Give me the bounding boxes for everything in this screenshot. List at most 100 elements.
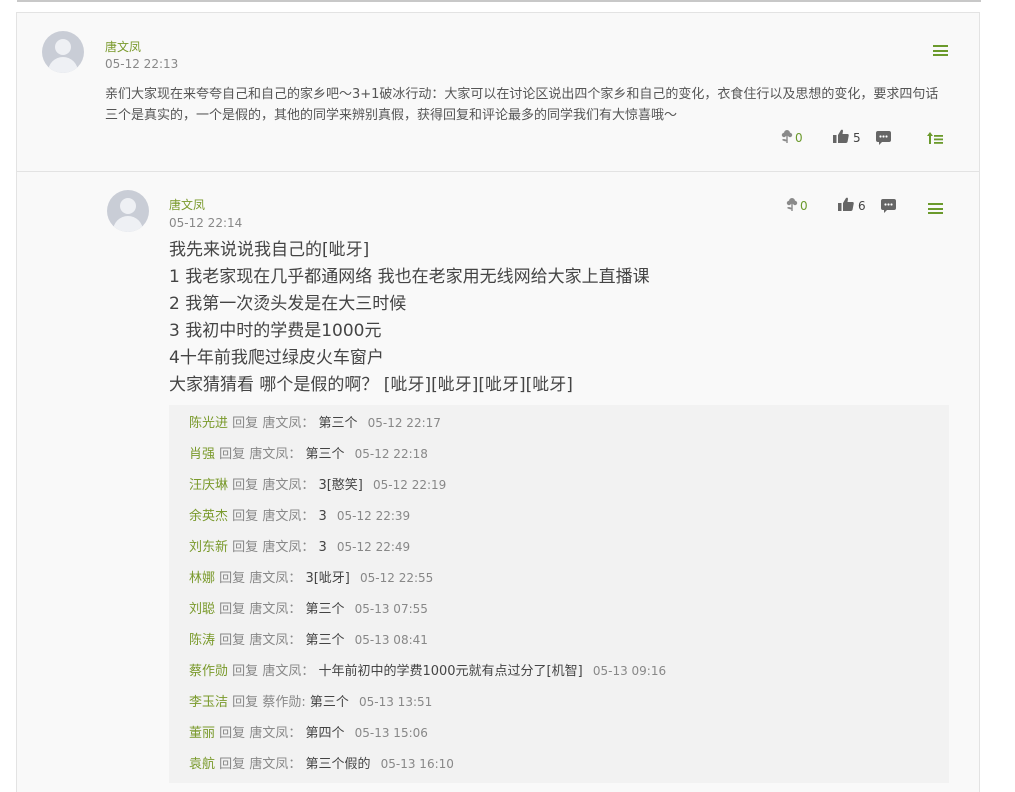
reply-like-count: 6 [858, 199, 866, 213]
list-item: 汪庆琳 回复 唐文凤： 3[憨笑] 05-12 22:19 [189, 474, 446, 493]
comment-icon[interactable] [881, 199, 896, 213]
flower-count: 0 [795, 131, 803, 145]
sub-reply-text: 第四个 [305, 726, 345, 741]
sub-reply-name[interactable]: 袁航 [189, 757, 215, 772]
sub-reply-word: 回复 [219, 726, 246, 741]
list-item: 陈光进 回复 唐文凤： 第三个 05-12 22:17 [189, 412, 441, 431]
sub-reply-time: 05-13 07:55 [354, 602, 428, 616]
top-rule [17, 0, 981, 2]
list-item: 余英杰 回复 唐文凤： 3 05-12 22:39 [189, 505, 410, 524]
reply-line: 2 我第一次烫头发是在大三时候 [169, 294, 407, 314]
sub-reply-time: 05-13 15:06 [354, 726, 428, 740]
pin-top-icon[interactable] [927, 132, 943, 144]
sub-reply-time: 05-13 09:16 [592, 664, 667, 678]
reply-author[interactable]: 唐文凤 [169, 196, 205, 213]
list-item: 袁航 回复 唐文凤： 第三个假的 05-13 16:10 [189, 753, 454, 772]
sub-reply-word: 回复 [232, 509, 259, 524]
like-count: 5 [853, 131, 861, 145]
post-time: 05-12 22:13 [105, 57, 179, 71]
sub-reply-target[interactable]: 唐文凤： [249, 633, 301, 648]
avatar[interactable] [42, 31, 84, 73]
sub-reply-name[interactable]: 蔡作勋 [189, 664, 228, 679]
sub-reply-name[interactable]: 刘聪 [189, 602, 215, 617]
sub-reply-time: 05-12 22:17 [367, 416, 441, 430]
sub-reply-word: 回复 [232, 540, 259, 555]
list-item: 陈涛 回复 唐文凤： 第三个 05-13 08:41 [189, 629, 428, 648]
sub-reply-text: 第三个 [305, 447, 345, 462]
sub-reply-name[interactable]: 董丽 [189, 726, 215, 741]
sub-reply-name[interactable]: 陈涛 [189, 633, 215, 648]
sub-reply-target[interactable]: 唐文凤： [249, 726, 301, 741]
sub-reply-text: 第三个 [305, 633, 345, 648]
list-item: 刘东新 回复 唐文凤： 3 05-12 22:49 [189, 536, 410, 555]
sub-reply-target[interactable]: 唐文凤： [262, 664, 314, 679]
reply-time: 05-12 22:14 [169, 216, 243, 230]
sub-reply-target[interactable]: 蔡作勋: [262, 695, 305, 710]
sub-reply-list: 陈光进 回复 唐文凤： 第三个 05-12 22:17 肖强 回复 唐文凤： 第… [169, 405, 949, 783]
comment-icon[interactable] [876, 131, 891, 145]
sub-reply-text: 第三个 [309, 695, 349, 710]
sub-reply-name[interactable]: 林娜 [189, 571, 215, 586]
sub-reply-target[interactable]: 唐文凤： [249, 602, 301, 617]
reply-line: 3 我初中时的学费是1000元 [169, 321, 382, 341]
sub-reply-time: 05-13 13:51 [359, 695, 433, 709]
sub-reply-text: 3 [318, 540, 327, 555]
list-item: 李玉洁 回复 蔡作勋: 第三个 05-13 13:51 [189, 691, 432, 710]
sub-reply-word: 回复 [232, 478, 259, 493]
sub-reply-time: 05-13 08:41 [354, 633, 428, 647]
sub-reply-name[interactable]: 陈光进 [189, 416, 228, 431]
reply-line: 4十年前我爬过绿皮火车窗户 [169, 348, 384, 368]
sub-reply-word: 回复 [219, 447, 246, 462]
list-item: 董丽 回复 唐文凤： 第四个 05-13 15:06 [189, 722, 428, 741]
sub-reply-time: 05-12 22:49 [336, 540, 411, 554]
reply-body: 我先来说说我自己的[呲牙] 1 我老家现在几乎都通网络 我也在老家用无线网给大家… [169, 237, 650, 399]
sub-reply-time: 05-13 16:10 [380, 757, 454, 771]
sub-reply-word: 回复 [232, 416, 259, 431]
sub-reply-name[interactable]: 肖强 [189, 447, 215, 462]
sub-reply-text: 3 [318, 509, 327, 524]
sub-reply-text: 第三个 [305, 602, 345, 617]
sub-reply-target[interactable]: 唐文凤： [249, 571, 301, 586]
sub-reply-target[interactable]: 唐文凤： [249, 757, 301, 772]
reply-line: 1 我老家现在几乎都通网络 我也在老家用无线网给大家上直播课 [169, 267, 650, 287]
list-item: 蔡作勋 回复 唐文凤： 十年前初中的学费1000元就有点过分了[机智] 05-1… [189, 660, 666, 679]
post-author[interactable]: 唐文凤 [105, 38, 141, 55]
sub-reply-word: 回复 [219, 571, 246, 586]
reply-line: 大家猜猜看 哪个是假的啊？ [呲牙][呲牙][呲牙][呲牙] [169, 375, 573, 395]
sub-reply-text: 3[呲牙] [305, 571, 350, 586]
list-item: 肖强 回复 唐文凤： 第三个 05-12 22:18 [189, 443, 428, 462]
thumbs-up-icon[interactable] [833, 129, 849, 143]
sub-reply-target[interactable]: 唐文凤： [249, 447, 301, 462]
sub-reply-word: 回复 [219, 602, 246, 617]
sub-reply-name[interactable]: 余英杰 [189, 509, 228, 524]
sub-reply-time: 05-12 22:18 [354, 447, 428, 461]
reply-flower-count: 0 [800, 199, 808, 213]
thumbs-up-icon[interactable] [838, 197, 854, 211]
reply-line: 我先来说说我自己的[呲牙] [169, 240, 370, 260]
sub-reply-word: 回复 [219, 757, 246, 772]
sub-reply-target[interactable]: 唐文凤： [262, 509, 314, 524]
flower-icon[interactable] [780, 129, 794, 144]
menu-icon[interactable] [933, 45, 948, 56]
list-item: 林娜 回复 唐文凤： 3[呲牙] 05-12 22:55 [189, 567, 433, 586]
sub-reply-time: 05-12 22:55 [360, 571, 434, 585]
sub-reply-text: 第三个 [318, 416, 358, 431]
sub-reply-target[interactable]: 唐文凤： [262, 540, 314, 555]
sub-reply-name[interactable]: 汪庆琳 [189, 478, 228, 493]
divider [17, 171, 980, 172]
list-item: 刘聪 回复 唐文凤： 第三个 05-13 07:55 [189, 598, 428, 617]
sub-reply-text: 第三个假的 [305, 757, 371, 772]
sub-reply-target[interactable]: 唐文凤： [262, 478, 314, 493]
flower-icon[interactable] [785, 197, 799, 212]
sub-reply-word: 回复 [232, 695, 259, 710]
reply-avatar[interactable] [107, 190, 149, 232]
sub-reply-name[interactable]: 刘东新 [189, 540, 228, 555]
sub-reply-name[interactable]: 李玉洁 [189, 695, 228, 710]
sub-reply-text: 十年前初中的学费1000元就有点过分了[机智] [318, 664, 583, 679]
sub-reply-word: 回复 [219, 633, 246, 648]
post-text: 亲们大家现在来夸夸自己和自己的家乡吧～3+1破冰行动：大家可以在讨论区说出四个家… [105, 87, 939, 123]
sub-reply-time: 05-12 22:19 [373, 478, 447, 492]
sub-reply-text: 3[憨笑] [318, 478, 363, 493]
menu-icon[interactable] [928, 203, 943, 214]
sub-reply-target[interactable]: 唐文凤： [262, 416, 314, 431]
